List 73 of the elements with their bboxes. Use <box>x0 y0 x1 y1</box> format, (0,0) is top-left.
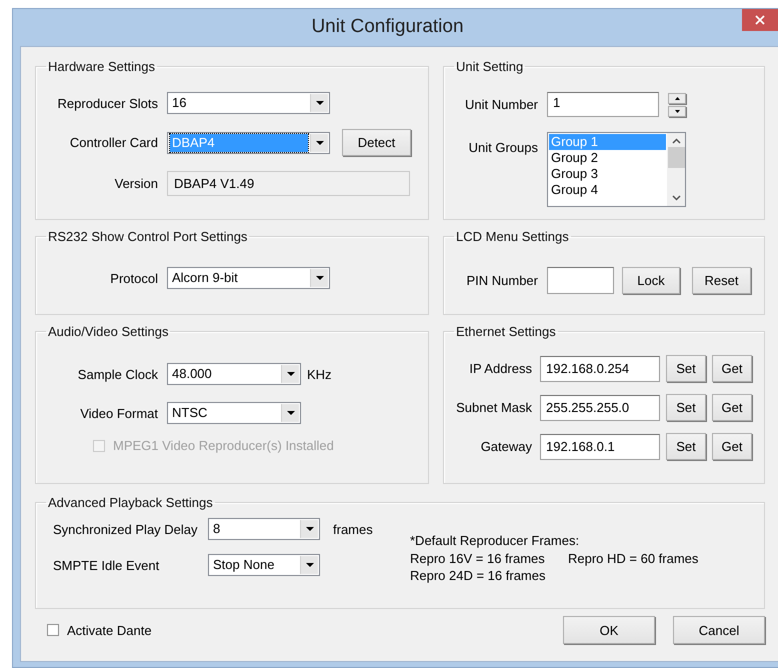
dropdown[interactable]: Stop None <box>208 554 320 576</box>
dropdown[interactable]: 48.000 <box>167 363 301 385</box>
version-field: DBAP4 V1.49 <box>167 171 410 196</box>
note-text: Repro HD = 60 frames <box>568 550 698 567</box>
address-field[interactable]: 192.168.0.1 <box>540 434 660 460</box>
field-label: Video Format <box>79 406 159 420</box>
note-text: Repro 24D = 16 frames <box>410 567 546 584</box>
field-label: Gateway <box>480 439 533 454</box>
field-label: Protocol <box>109 270 159 286</box>
dropdown[interactable]: 16 <box>167 92 330 114</box>
unit-number-field[interactable]: 1 <box>547 92 659 117</box>
checkbox-label: MPEG1 Video Reproducer(s) Installed <box>113 438 334 453</box>
dialog-button[interactable]: Cancel <box>673 616 765 644</box>
close-button[interactable] <box>742 9 778 31</box>
scrollbar[interactable] <box>667 133 685 206</box>
list-item[interactable]: Group 4 <box>549 182 666 198</box>
caret-icon <box>316 101 324 105</box>
action-button[interactable]: Set <box>666 433 706 460</box>
action-button[interactable]: Lock <box>622 267 680 294</box>
close-icon <box>755 15 765 25</box>
field-label: Controller Card <box>68 135 159 150</box>
unit-label: frames <box>333 522 373 536</box>
action-button[interactable]: Get <box>712 355 752 382</box>
field-label: PIN Number <box>465 273 539 288</box>
address-field[interactable]: 255.255.255.0 <box>540 394 660 420</box>
caret-icon <box>306 527 314 531</box>
field-label: IP Address <box>468 361 533 376</box>
unit-label: KHz <box>307 366 332 382</box>
window-title: Unit Configuration <box>310 15 465 39</box>
field-label: Reproducer Slots <box>56 96 159 110</box>
caret-icon <box>286 372 294 376</box>
note-heading: *Default Reproducer Frames: <box>410 532 580 550</box>
caret-icon <box>286 411 294 415</box>
field-label: Subnet Mask <box>455 400 533 415</box>
group-title: Unit Setting <box>455 59 524 74</box>
group-title: Hardware Settings <box>47 59 156 74</box>
dropdown[interactable]: 8 <box>208 518 320 540</box>
field-label: SMPTE Idle Event <box>53 558 160 572</box>
dropdown[interactable]: NTSC <box>167 402 301 424</box>
caret-icon <box>316 140 324 144</box>
action-button[interactable]: Get <box>712 394 752 421</box>
caret-icon <box>316 276 324 280</box>
dropdown[interactable]: Alcorn 9-bit <box>167 267 330 289</box>
up-arrow-icon <box>674 96 680 100</box>
list-item[interactable]: Group 3 <box>549 166 666 182</box>
group-title: Audio/Video Settings <box>47 324 170 339</box>
caret-icon <box>306 563 314 567</box>
list-item[interactable]: Group 2 <box>549 150 666 166</box>
action-button[interactable]: Reset <box>692 267 751 294</box>
pin-field[interactable] <box>547 267 614 294</box>
chevron-down-icon <box>672 195 680 201</box>
down-arrow-icon <box>674 110 680 112</box>
spin-up-button[interactable] <box>668 92 686 104</box>
field-label: Unit Number <box>464 97 539 112</box>
action-button[interactable]: Set <box>666 394 706 421</box>
group-title: RS232 Show Control Port Settings <box>47 229 248 244</box>
checkbox-label: Activate Dante <box>67 622 152 638</box>
note-text: Repro 16V = 16 frames <box>410 550 546 567</box>
action-button[interactable]: Set <box>666 355 706 382</box>
field-label: Unit Groups <box>468 139 539 155</box>
spin-down-button[interactable] <box>668 106 686 116</box>
dialog-button[interactable]: OK <box>563 616 655 644</box>
address-field[interactable]: 192.168.0.254 <box>540 356 660 382</box>
field-label: Sample Clock <box>76 366 159 382</box>
field-label: Version <box>114 176 159 191</box>
field-label: Synchronized Play Delay <box>53 522 199 536</box>
group-title: Advanced Playback Settings <box>47 495 214 510</box>
action-button[interactable]: Get <box>712 433 752 460</box>
chevron-up-icon <box>672 138 680 144</box>
group-title: Ethernet Settings <box>455 324 557 339</box>
checkbox[interactable] <box>47 624 59 636</box>
group-title: LCD Menu Settings <box>455 229 570 244</box>
detect-button[interactable]: Detect <box>342 129 411 156</box>
